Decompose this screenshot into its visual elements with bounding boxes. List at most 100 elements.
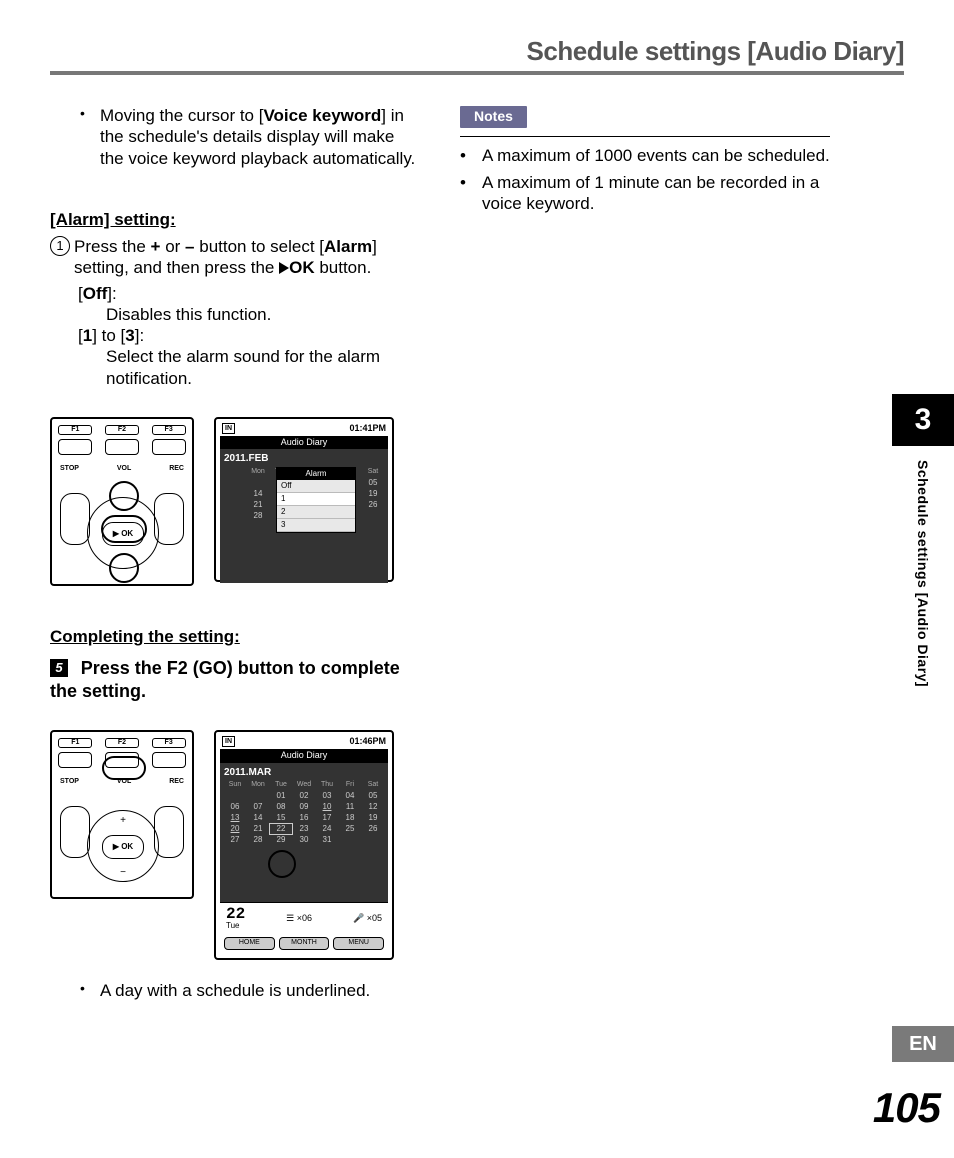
alarm-opt-2: 2 xyxy=(277,506,355,519)
c: 21 xyxy=(247,824,269,834)
s1a: Press the xyxy=(74,237,151,256)
c: 03 xyxy=(316,791,338,801)
notes-rule xyxy=(460,136,830,137)
c: 07 xyxy=(247,802,269,812)
c: 12 xyxy=(362,802,384,812)
blank-btn xyxy=(152,752,186,768)
c: 05 xyxy=(362,791,384,801)
step-5: 5 Press the F2 (GO) button to complete t… xyxy=(50,657,420,702)
ok-center: ▶ OK xyxy=(102,835,144,859)
left-column: • Moving the cursor to [Voice keyword] i… xyxy=(50,105,420,1021)
c: 08 xyxy=(270,802,292,812)
language-tab: EN xyxy=(892,1026,954,1062)
s1or: or xyxy=(160,237,185,256)
blank-btn xyxy=(105,439,139,455)
c: 14 xyxy=(247,489,269,499)
range-mid: ] to [ xyxy=(92,326,125,345)
rec-label: REC xyxy=(169,778,184,787)
minus-label: − xyxy=(88,867,158,880)
intro-text-a: Moving the cursor to [ xyxy=(100,106,263,125)
dh: Wed xyxy=(293,781,315,790)
dh: Mon xyxy=(247,781,269,790)
dh: Sat xyxy=(362,781,384,790)
s1ok: OK xyxy=(289,258,315,277)
vol-label: VOL xyxy=(117,465,131,474)
note-2: • A maximum of 1 minute can be recorded … xyxy=(460,172,830,215)
c: 26 xyxy=(362,500,384,510)
left-big-btn xyxy=(60,806,90,858)
c: 27 xyxy=(224,835,246,845)
off-desc: Disables this function. xyxy=(106,304,420,325)
mark-ok xyxy=(101,515,147,543)
c: 19 xyxy=(362,489,384,499)
completing-heading: Completing the setting: xyxy=(50,626,420,647)
c: 28 xyxy=(247,511,269,521)
blank-btn xyxy=(58,752,92,768)
f1-btn: F1 xyxy=(58,738,92,748)
summary-day: 22 xyxy=(226,907,245,921)
lcd-month: 2011.MAR xyxy=(224,767,384,780)
c xyxy=(224,791,246,801)
dh xyxy=(224,468,246,477)
c: 28 xyxy=(247,835,269,845)
s5a: Press the F2 ( xyxy=(81,658,199,678)
stop-label: STOP xyxy=(60,778,79,787)
chapter-number: 3 xyxy=(892,394,954,446)
s5go: GO xyxy=(199,658,227,678)
c: 23 xyxy=(293,824,315,834)
c: 21 xyxy=(247,500,269,510)
header-rule xyxy=(50,71,904,75)
figure-row-2: F1 F2 F3 STOP VOL REC xyxy=(50,730,420,960)
c: 05 xyxy=(362,478,384,488)
dh: Thu xyxy=(316,781,338,790)
f2-btn: F2 xyxy=(105,425,139,435)
s1alarm: Alarm xyxy=(324,237,372,256)
c xyxy=(224,478,246,488)
underline-note-text: A day with a schedule is underlined. xyxy=(100,980,420,1001)
alarm-opt-off: Off xyxy=(277,480,355,493)
alarm-opt-1: 1 xyxy=(277,493,355,506)
c: 15 xyxy=(270,813,292,823)
underline-note: • A day with a schedule is underlined. xyxy=(80,980,420,1001)
bullet-dot: • xyxy=(80,105,100,169)
c xyxy=(224,489,246,499)
c: 22 xyxy=(270,824,292,834)
s1plus: + xyxy=(151,237,161,256)
c: 17 xyxy=(316,813,338,823)
lcd-month-btn: MONTH xyxy=(279,937,330,950)
c: 24 xyxy=(316,824,338,834)
range-1: 1 xyxy=(83,326,92,345)
intro-text-bold: Voice keyword xyxy=(263,106,381,125)
off-line: [Off]: xyxy=(78,283,420,304)
c: 26 xyxy=(362,824,384,834)
f1-btn: F1 xyxy=(58,425,92,435)
s1minus: – xyxy=(185,237,194,256)
plus-label: + xyxy=(88,815,158,828)
c: 10 xyxy=(316,802,338,812)
off-label: Off xyxy=(83,284,108,303)
dh: Sat xyxy=(362,468,384,477)
play-icon xyxy=(279,262,289,274)
c: 11 xyxy=(339,802,361,812)
dh: Sun xyxy=(224,781,246,790)
rec-label: REC xyxy=(169,465,184,474)
dh: Fri xyxy=(339,781,361,790)
lcd-month: 2011.FEB xyxy=(224,453,384,466)
c xyxy=(362,511,384,521)
lcd-figure-1: IN 01:41PM Audio Diary 2011.FEB Mon Tue … xyxy=(214,417,394,582)
range-desc: Select the alarm sound for the alarm not… xyxy=(106,346,420,389)
blank-btn xyxy=(152,439,186,455)
c: 16 xyxy=(293,813,315,823)
alarm-popup-title: Alarm xyxy=(277,468,355,480)
c: 02 xyxy=(293,791,315,801)
c: 18 xyxy=(339,813,361,823)
c xyxy=(247,478,269,488)
alarm-popup: Alarm Off 1 2 3 xyxy=(276,467,356,533)
c: 29 xyxy=(270,835,292,845)
f3-btn: F3 xyxy=(152,738,186,748)
s1b: button to select [ xyxy=(195,237,324,256)
lcd-in: IN xyxy=(222,423,235,434)
c xyxy=(224,500,246,510)
bullet-dot: • xyxy=(80,980,100,1001)
c: 13 xyxy=(224,813,246,823)
